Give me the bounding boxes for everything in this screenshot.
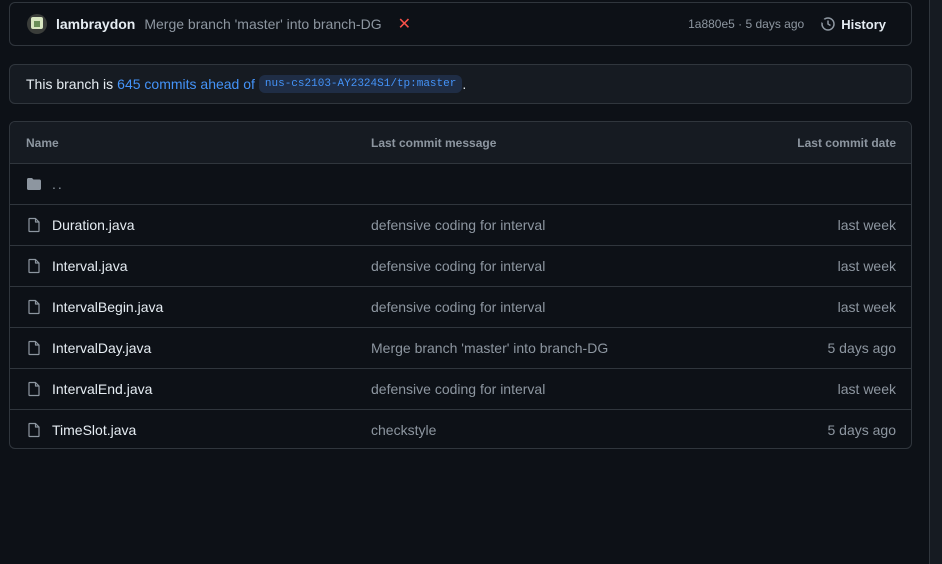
file-commit-message[interactable]: defensive coding for interval	[371, 217, 711, 233]
table-row[interactable]: TimeSlot.java checkstyle 5 days ago	[10, 410, 911, 448]
file-commit-message[interactable]: defensive coding for interval	[371, 299, 711, 315]
file-commit-date: 5 days ago	[827, 422, 897, 438]
x-icon[interactable]: ✕	[398, 14, 411, 34]
file-name-cell: IntervalBegin.java	[10, 299, 371, 315]
commit-message[interactable]: Merge branch 'master' into branch-DG	[144, 16, 381, 32]
header-name: Name	[26, 135, 59, 150]
file-name-cell: TimeSlot.java	[10, 422, 371, 438]
file-commit-date: last week	[837, 217, 896, 233]
latest-commit-bar: lambraydon Merge branch 'master' into br…	[9, 2, 912, 46]
commit-meta[interactable]: 1a880e5 · 5 days ago	[688, 17, 804, 31]
commits-ahead-link[interactable]: 645 commits ahead of	[117, 76, 255, 92]
parent-directory-row[interactable]: ..	[10, 164, 911, 205]
file-commit-message[interactable]: defensive coding for interval	[371, 258, 711, 274]
file-commit-date: last week	[837, 381, 896, 397]
parent-directory-cell: ..	[10, 176, 371, 192]
table-row[interactable]: Interval.java defensive coding for interv…	[10, 246, 911, 287]
history-icon	[820, 17, 835, 31]
file-name-link[interactable]: Duration.java	[52, 217, 135, 233]
history-label: History	[841, 16, 886, 32]
file-icon	[28, 217, 40, 233]
branch-ahead-notice: This branch is 645 commits ahead of nus-…	[9, 64, 912, 104]
file-name-cell: IntervalDay.java	[10, 340, 371, 356]
file-commit-date: 5 days ago	[827, 340, 897, 356]
commit-author[interactable]: lambraydon	[56, 16, 135, 32]
file-icon	[28, 258, 40, 274]
file-name-link[interactable]: IntervalDay.java	[52, 340, 151, 356]
file-table: Name Last commit message Last commit dat…	[9, 121, 912, 449]
header-date: Last commit date	[797, 135, 896, 150]
file-icon	[28, 422, 40, 438]
upstream-branch-link[interactable]: nus-cs2103-AY2324S1/tp:master	[258, 75, 463, 93]
file-name-link[interactable]: IntervalBegin.java	[52, 299, 163, 315]
header-message: Last commit message	[371, 135, 497, 150]
table-row[interactable]: Duration.java defensive coding for interv…	[10, 205, 911, 246]
table-row[interactable]: IntervalEnd.java defensive coding for int…	[10, 369, 911, 410]
folder-icon	[27, 178, 41, 190]
table-row[interactable]: IntervalDay.java Merge branch 'master' in…	[10, 328, 911, 369]
file-commit-message[interactable]: Merge branch 'master' into branch-DG	[371, 340, 711, 356]
file-name-cell: Duration.java	[10, 217, 371, 233]
avatar[interactable]	[27, 14, 47, 34]
file-commit-message[interactable]: defensive coding for interval	[371, 381, 711, 397]
scrollbar[interactable]	[929, 0, 942, 564]
parent-directory-link[interactable]: ..	[52, 176, 64, 192]
file-commit-message[interactable]: checkstyle	[371, 422, 711, 438]
file-name-link[interactable]: Interval.java	[52, 258, 127, 274]
file-name-link[interactable]: TimeSlot.java	[52, 422, 136, 438]
file-icon	[28, 299, 40, 315]
history-button[interactable]: History	[820, 16, 886, 32]
file-icon	[28, 340, 40, 356]
file-name-cell: Interval.java	[10, 258, 371, 274]
file-icon	[28, 381, 40, 397]
file-commit-date: last week	[837, 258, 896, 274]
file-table-header: Name Last commit message Last commit dat…	[10, 122, 911, 164]
file-name-cell: IntervalEnd.java	[10, 381, 371, 397]
ahead-prefix: This branch is	[26, 76, 114, 92]
table-row[interactable]: IntervalBegin.java defensive coding for i…	[10, 287, 911, 328]
file-commit-date: last week	[837, 299, 896, 315]
file-name-link[interactable]: IntervalEnd.java	[52, 381, 152, 397]
ahead-suffix: .	[462, 76, 467, 92]
